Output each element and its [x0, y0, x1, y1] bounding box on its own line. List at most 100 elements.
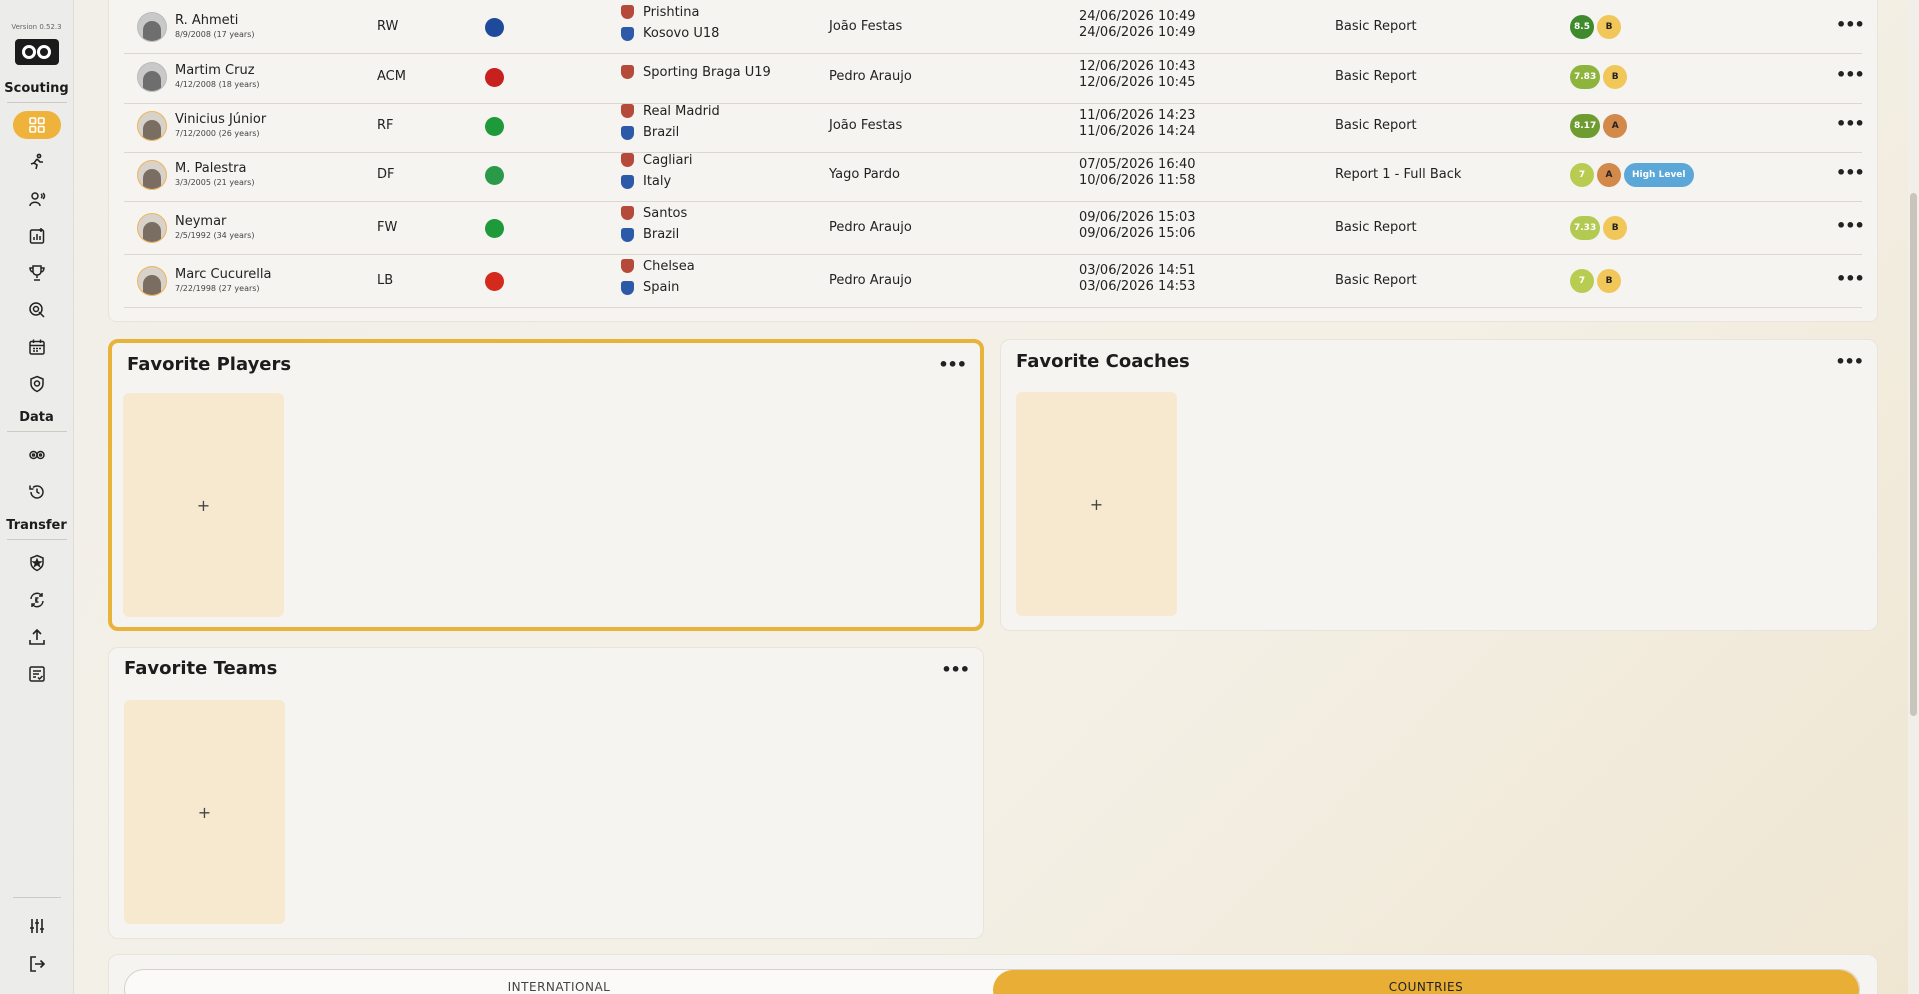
grade-badge: B — [1597, 269, 1621, 293]
app-logo[interactable] — [14, 39, 59, 65]
divider — [6, 102, 67, 103]
player-team-secondary: Brazil — [643, 227, 680, 242]
add-favorite-player-button[interactable]: + — [123, 393, 284, 617]
divider — [12, 897, 61, 898]
favorite-players-card[interactable]: Favorite Players ••• + — [108, 339, 984, 631]
report-type[interactable]: Basic Report — [1335, 19, 1417, 34]
data-link-icon[interactable] — [13, 441, 61, 469]
history-icon[interactable] — [13, 478, 61, 506]
club-crest-icon — [621, 153, 634, 167]
nationality-flag-icon — [485, 166, 504, 185]
reports-chart-icon[interactable] — [13, 222, 61, 250]
player-avatar — [137, 266, 167, 296]
player-team-secondary: Italy — [643, 174, 672, 189]
settings-sliders-icon[interactable] — [13, 912, 61, 940]
table-row[interactable]: Vinicius Júnior 7/12/2000 (26 years) RF Rea… — [124, 100, 1865, 153]
rating-badge: 8.5 — [1570, 15, 1594, 39]
reports-table: R. Ahmeti 8/9/2008 (17 years) RW Prishtina K… — [108, 0, 1878, 322]
player-dob: 2/5/1992 (34 years) — [175, 231, 255, 240]
player-avatar — [137, 111, 167, 141]
more-options-icon[interactable]: ••• — [938, 355, 967, 374]
tab-international[interactable]: INTERNATIONAL — [125, 970, 993, 994]
player-dob: 3/3/2005 (21 years) — [175, 178, 255, 187]
player-avatar — [137, 12, 167, 42]
grade-badge: A — [1597, 163, 1621, 187]
report-type[interactable]: Basic Report — [1335, 273, 1417, 288]
row-more-options-icon[interactable]: ••• — [1836, 269, 1865, 288]
player-name[interactable]: Vinicius Júnior — [175, 112, 266, 127]
version-label: Version 0.52.3 — [11, 23, 62, 31]
more-options-icon[interactable]: ••• — [941, 660, 970, 679]
player-dob: 8/9/2008 (17 years) — [175, 30, 255, 39]
more-options-icon[interactable]: ••• — [1835, 352, 1864, 371]
player-name[interactable]: R. Ahmeti — [175, 13, 238, 28]
upload-icon[interactable] — [13, 623, 61, 651]
player-running-icon[interactable] — [13, 148, 61, 176]
rating-badges: 7.83 B — [1570, 65, 1628, 89]
target-search-icon[interactable] — [13, 296, 61, 324]
report-updated-date: 10/06/2026 11:58 — [1079, 173, 1196, 188]
table-row[interactable]: M. Palestra 3/3/2005 (21 years) DF Cagliari… — [124, 149, 1865, 202]
row-more-options-icon[interactable]: ••• — [1836, 65, 1865, 84]
section-title-transfer: Transfer — [6, 518, 67, 533]
table-row[interactable]: Marc Cucurella 7/22/1998 (27 years) LB Chel… — [124, 255, 1865, 308]
add-favorite-coach-button[interactable]: + — [1016, 392, 1177, 616]
row-more-options-icon[interactable]: ••• — [1836, 15, 1865, 34]
scout-name: João Festas — [829, 19, 903, 34]
row-more-options-icon[interactable]: ••• — [1836, 163, 1865, 182]
report-type[interactable]: Basic Report — [1335, 118, 1417, 133]
player-name[interactable]: Marc Cucurella — [175, 267, 271, 282]
national-team-crest-icon — [621, 281, 634, 295]
dashboard-icon[interactable] — [12, 111, 61, 139]
club-crest-icon — [621, 65, 634, 79]
transfer-exchange-icon[interactable] — [13, 586, 61, 614]
scrollbar-thumb[interactable] — [1910, 193, 1917, 716]
player-dob: 4/12/2008 (18 years) — [175, 80, 260, 89]
section-title-data: Data — [19, 410, 54, 425]
club-crest-icon — [621, 206, 634, 220]
region-tabbar: INTERNATIONAL COUNTRIES — [124, 969, 1860, 994]
player-dob: 7/22/1998 (27 years) — [175, 284, 260, 293]
tab-countries[interactable]: COUNTRIES — [993, 970, 1859, 994]
add-favorite-team-button[interactable]: + — [124, 700, 285, 924]
divider — [6, 431, 67, 432]
scout-user-icon[interactable] — [13, 185, 61, 213]
rating-badges: 8.5 B — [1570, 15, 1621, 39]
star-shield-icon[interactable] — [13, 549, 61, 577]
favorite-players-title: Favorite Players — [127, 354, 292, 375]
trophy-icon[interactable] — [13, 259, 61, 287]
report-type[interactable]: Report 1 - Full Back — [1335, 167, 1461, 182]
table-row[interactable]: Martim Cruz 4/12/2008 (18 years) ACM Sporti… — [124, 51, 1865, 104]
row-more-options-icon[interactable]: ••• — [1836, 114, 1865, 133]
rating-badge: 8.17 — [1570, 114, 1601, 138]
table-row[interactable]: R. Ahmeti 8/9/2008 (17 years) RW Prishtina K… — [124, 1, 1865, 54]
logout-icon[interactable] — [13, 950, 61, 978]
player-position: FW — [377, 220, 398, 235]
club-crest-icon — [621, 5, 634, 19]
report-type[interactable]: Basic Report — [1335, 69, 1417, 84]
rating-badges: 8.17 A — [1570, 114, 1628, 138]
calendar-icon[interactable] — [13, 333, 61, 361]
scout-name: Pedro Araujo — [829, 273, 912, 288]
table-row[interactable]: Neymar 2/5/1992 (34 years) FW Santos Brazil P… — [124, 202, 1865, 255]
nationality-flag-icon — [485, 117, 504, 136]
player-club: Sporting Braga U19 — [643, 65, 771, 80]
rating-badge: 7.83 — [1570, 65, 1601, 89]
report-created-date: 09/06/2026 15:03 — [1079, 210, 1196, 225]
player-name[interactable]: Neymar — [175, 214, 226, 229]
report-created-date: 03/06/2026 14:51 — [1079, 263, 1196, 278]
player-name[interactable]: Martim Cruz — [175, 63, 255, 78]
player-club: Santos — [643, 206, 688, 221]
favorite-coaches-card: Favorite Coaches ••• + — [1000, 339, 1878, 631]
report-updated-date: 09/06/2026 15:06 — [1079, 226, 1196, 241]
report-type[interactable]: Basic Report — [1335, 220, 1417, 235]
row-more-options-icon[interactable]: ••• — [1836, 216, 1865, 235]
club-crest-icon — [621, 104, 634, 118]
checklist-icon[interactable] — [13, 660, 61, 688]
player-name[interactable]: M. Palestra — [175, 161, 247, 176]
rating-badge: 7 — [1570, 163, 1594, 187]
national-team-crest-icon — [621, 175, 634, 189]
page-scrollbar[interactable] — [1908, 0, 1919, 994]
shield-icon[interactable] — [13, 370, 61, 398]
favorite-coaches-title: Favorite Coaches — [1016, 351, 1190, 372]
